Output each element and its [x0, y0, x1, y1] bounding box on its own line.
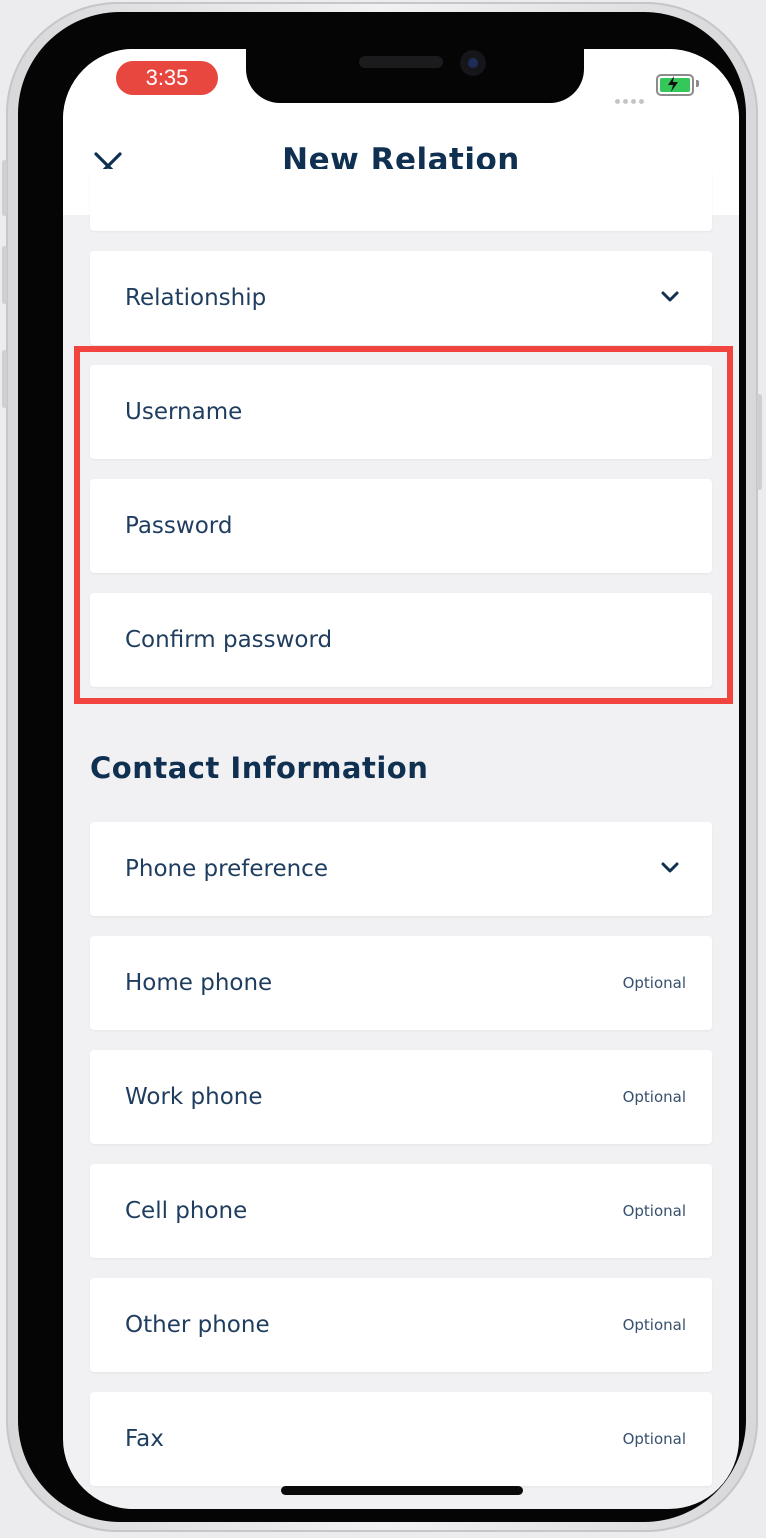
fax-field[interactable]: Fax Optional: [90, 1392, 712, 1486]
silent-switch: [2, 160, 7, 216]
volume-up-button: [2, 246, 7, 304]
front-camera: [460, 50, 486, 76]
work-phone-label: Work phone: [125, 1084, 263, 1110]
status-time: 3:35: [116, 61, 218, 95]
power-button: [757, 394, 762, 490]
optional-hint: Optional: [622, 1430, 686, 1448]
relationship-select[interactable]: Relationship: [90, 251, 712, 345]
previous-field[interactable]: [90, 169, 712, 231]
cell-phone-label: Cell phone: [125, 1198, 248, 1224]
optional-hint: Optional: [622, 974, 686, 992]
home-indicator[interactable]: [281, 1486, 523, 1495]
other-phone-field[interactable]: Other phone Optional: [90, 1278, 712, 1372]
work-phone-field[interactable]: Work phone Optional: [90, 1050, 712, 1144]
cell-phone-field[interactable]: Cell phone Optional: [90, 1164, 712, 1258]
phone-frame: 3:35 New Relation Relationship Username …: [2, 2, 762, 1532]
other-phone-label: Other phone: [125, 1312, 270, 1338]
home-phone-field[interactable]: Home phone Optional: [90, 936, 712, 1030]
chevron-down-icon: [661, 862, 679, 873]
optional-hint: Optional: [622, 1088, 686, 1106]
optional-hint: Optional: [622, 1316, 686, 1334]
relationship-label: Relationship: [125, 285, 267, 311]
chevron-down-icon: [661, 291, 679, 302]
fax-label: Fax: [125, 1426, 164, 1452]
notch: [246, 49, 584, 103]
battery-icon: [656, 74, 694, 96]
optional-hint: Optional: [622, 1202, 686, 1220]
phone-preference-label: Phone preference: [125, 856, 328, 882]
speaker-grille: [359, 56, 443, 68]
battery-tip: [696, 80, 699, 87]
home-phone-label: Home phone: [125, 970, 273, 996]
volume-down-button: [2, 350, 7, 408]
phone-preference-select[interactable]: Phone preference: [90, 822, 712, 916]
phone-bezel: 3:35 New Relation Relationship Username …: [18, 12, 746, 1522]
contact-section-title: Contact Information: [90, 751, 429, 785]
app-screen: 3:35 New Relation Relationship Username …: [63, 49, 739, 1509]
signal-icon: [615, 89, 647, 108]
highlight-box: [74, 346, 733, 704]
